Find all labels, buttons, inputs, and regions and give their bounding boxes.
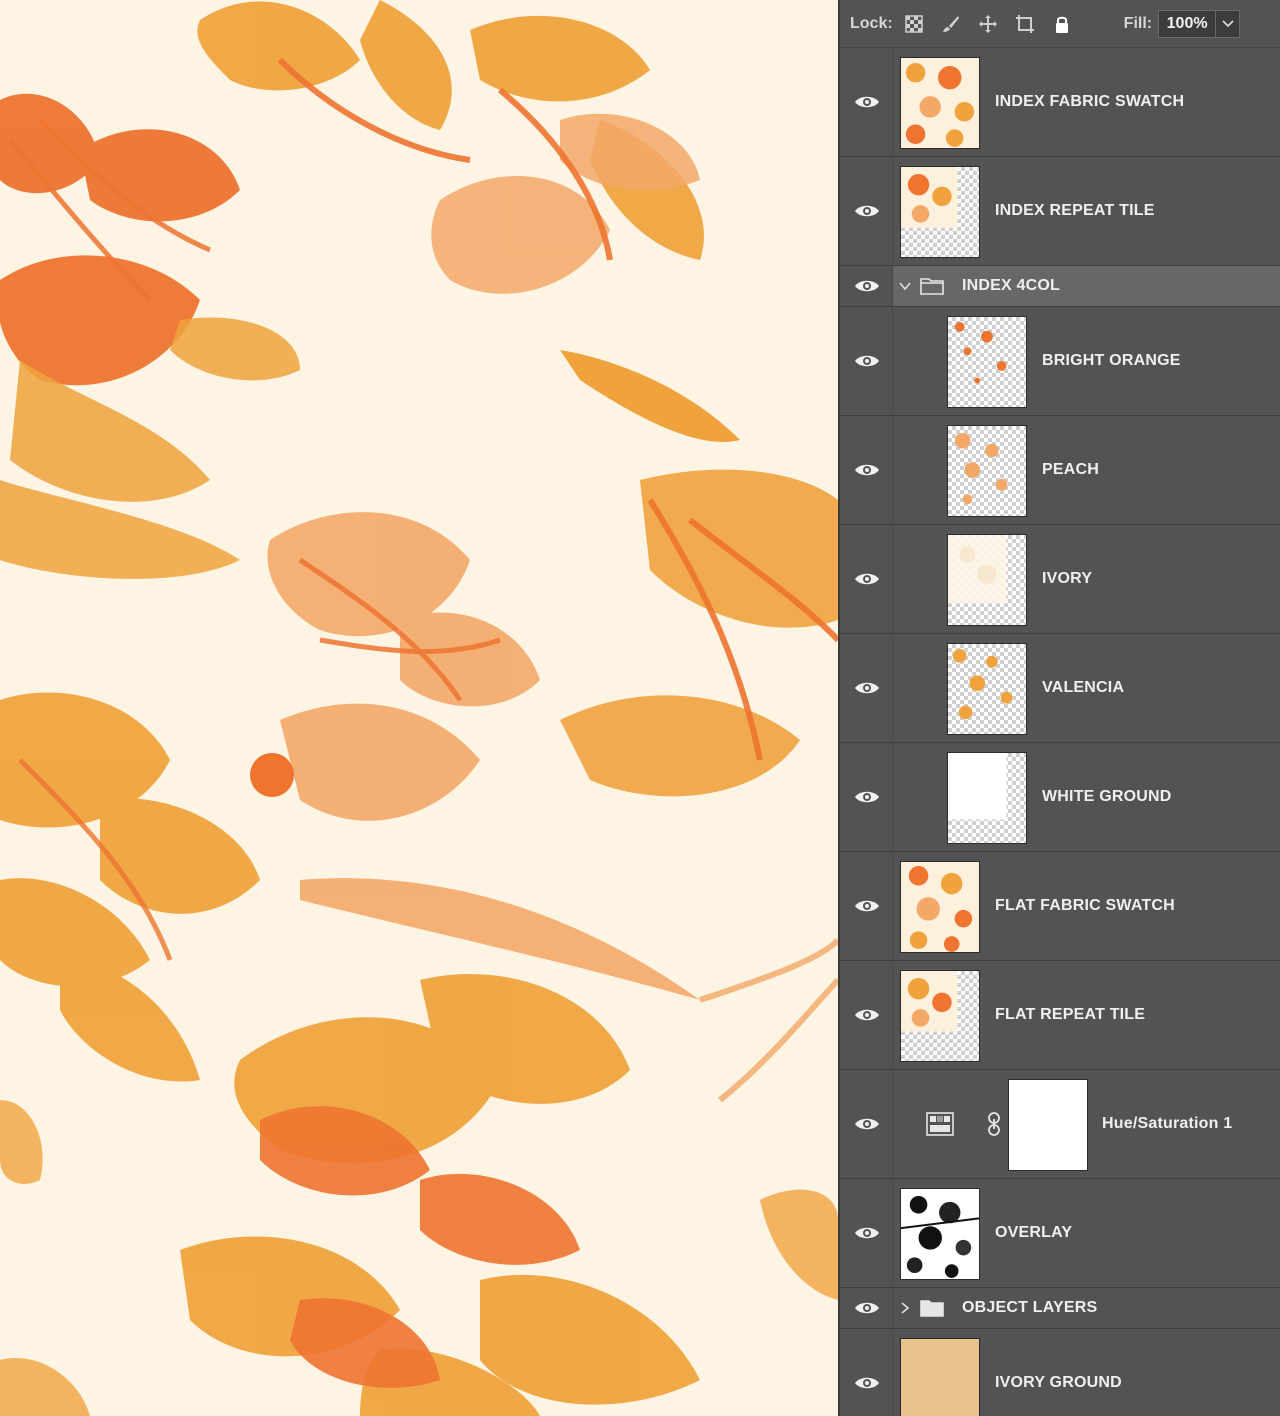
- layer-name: VALENCIA: [1042, 679, 1125, 696]
- visibility-eye-icon[interactable]: [854, 202, 880, 220]
- fill-label: Fill:: [1123, 14, 1153, 32]
- layer-white-ground[interactable]: WHITE GROUND: [840, 743, 1280, 852]
- column-divider: [892, 1179, 893, 1287]
- column-divider: [892, 416, 893, 524]
- visibility-eye-icon[interactable]: [854, 277, 880, 295]
- layer-hue-saturation-1[interactable]: Hue/Saturation 1: [840, 1070, 1280, 1179]
- photoshop-workspace: Lock: Fill: 100% INDEX FABRIC SWATCH IND…: [0, 0, 1280, 1416]
- lock-all-icon[interactable]: [1051, 13, 1073, 35]
- layer-thumbnail: [900, 57, 980, 149]
- layer-index-fabric-swatch[interactable]: INDEX FABRIC SWATCH: [840, 48, 1280, 157]
- column-divider: [892, 525, 893, 633]
- layer-thumbnail: [900, 166, 980, 258]
- chevron-down-icon[interactable]: [898, 279, 912, 293]
- layer-thumbnail: [900, 970, 980, 1062]
- layer-name: OVERLAY: [995, 1224, 1073, 1241]
- column-divider: [892, 1070, 893, 1178]
- fill-dropdown-button[interactable]: [1216, 9, 1241, 38]
- layer-thumbnail: [947, 643, 1027, 735]
- visibility-eye-icon[interactable]: [854, 1006, 880, 1024]
- folder-icon: [920, 1299, 944, 1317]
- layer-thumbnail: [900, 1338, 980, 1416]
- fill-input[interactable]: 100%: [1158, 9, 1217, 38]
- column-divider: [892, 852, 893, 960]
- floral-pattern-artwork: [0, 0, 838, 1416]
- layer-thumbnail: [947, 316, 1027, 408]
- layer-name: FLAT FABRIC SWATCH: [995, 897, 1175, 914]
- layer-group-object-layers[interactable]: OBJECT LAYERS: [840, 1288, 1280, 1329]
- visibility-eye-icon[interactable]: [854, 352, 880, 370]
- layer-name: PEACH: [1042, 461, 1100, 478]
- layer-name: OBJECT LAYERS: [962, 1299, 1098, 1316]
- layer-name: FLAT REPEAT TILE: [995, 1006, 1146, 1023]
- column-divider: [892, 266, 893, 306]
- lock-artboard-icon[interactable]: [1014, 13, 1036, 35]
- column-divider: [892, 1288, 893, 1328]
- lock-transparent-pixels-icon[interactable]: [903, 13, 925, 35]
- layer-peach[interactable]: PEACH: [840, 416, 1280, 525]
- column-divider: [892, 1329, 893, 1416]
- layers-list: INDEX FABRIC SWATCH INDEX REPEAT TILE IN…: [840, 48, 1280, 1416]
- layer-group-index-4col[interactable]: INDEX 4COL: [840, 266, 1280, 307]
- visibility-eye-icon[interactable]: [854, 1299, 880, 1317]
- layer-name: Hue/Saturation 1: [1102, 1115, 1233, 1132]
- layer-name: BRIGHT ORANGE: [1042, 352, 1181, 369]
- column-divider: [892, 634, 893, 742]
- lock-image-pixels-icon[interactable]: [940, 13, 962, 35]
- lock-bar: Lock: Fill: 100%: [840, 0, 1280, 48]
- layer-flat-fabric-swatch[interactable]: FLAT FABRIC SWATCH: [840, 852, 1280, 961]
- layer-mask-thumbnail: [1008, 1079, 1088, 1171]
- folder-icon: [920, 277, 944, 295]
- layer-name: WHITE GROUND: [1042, 788, 1172, 805]
- layer-thumbnail: [900, 861, 980, 953]
- hue-saturation-adjustment-icon: [926, 1112, 954, 1136]
- visibility-eye-icon[interactable]: [854, 1224, 880, 1242]
- visibility-eye-icon[interactable]: [854, 1115, 880, 1133]
- layer-index-repeat-tile[interactable]: INDEX REPEAT TILE: [840, 157, 1280, 266]
- visibility-eye-icon[interactable]: [854, 679, 880, 697]
- layer-flat-repeat-tile[interactable]: FLAT REPEAT TILE: [840, 961, 1280, 1070]
- lock-position-icon[interactable]: [977, 13, 999, 35]
- layer-ivory[interactable]: IVORY: [840, 525, 1280, 634]
- layer-name: INDEX FABRIC SWATCH: [995, 93, 1185, 110]
- visibility-eye-icon[interactable]: [854, 93, 880, 111]
- column-divider: [892, 307, 893, 415]
- layer-name: INDEX 4COL: [962, 277, 1061, 294]
- column-divider: [892, 743, 893, 851]
- layer-thumbnail: [947, 752, 1027, 844]
- selection-highlight: [892, 266, 1280, 306]
- column-divider: [892, 48, 893, 156]
- visibility-eye-icon[interactable]: [854, 461, 880, 479]
- chevron-right-icon[interactable]: [898, 1301, 912, 1315]
- visibility-eye-icon[interactable]: [854, 788, 880, 806]
- visibility-eye-icon[interactable]: [854, 1374, 880, 1392]
- column-divider: [892, 157, 893, 265]
- chevron-down-icon: [1222, 19, 1234, 27]
- document-canvas[interactable]: [0, 0, 838, 1416]
- layer-ivory-ground[interactable]: IVORY GROUND: [840, 1329, 1280, 1416]
- layer-thumbnail: [900, 1188, 980, 1280]
- visibility-eye-icon[interactable]: [854, 897, 880, 915]
- lock-label: Lock:: [850, 14, 893, 32]
- visibility-eye-icon[interactable]: [854, 570, 880, 588]
- layer-thumbnail: [947, 534, 1027, 626]
- layer-overlay[interactable]: OVERLAY: [840, 1179, 1280, 1288]
- layer-name: INDEX REPEAT TILE: [995, 202, 1155, 219]
- layer-name: IVORY GROUND: [995, 1374, 1122, 1391]
- layer-name: IVORY: [1042, 570, 1093, 587]
- link-icon[interactable]: [986, 1111, 1002, 1137]
- layers-panel: Lock: Fill: 100% INDEX FABRIC SWATCH IND…: [838, 0, 1280, 1416]
- column-divider: [892, 961, 893, 1069]
- layer-valencia[interactable]: VALENCIA: [840, 634, 1280, 743]
- layer-bright-orange[interactable]: BRIGHT ORANGE: [840, 307, 1280, 416]
- layer-thumbnail: [947, 425, 1027, 517]
